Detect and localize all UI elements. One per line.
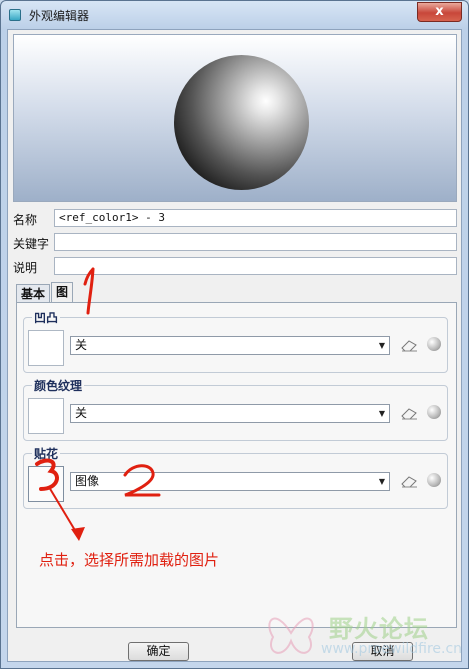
annotation-stroke-3 xyxy=(35,458,59,491)
watermark-title: 野火论坛 xyxy=(329,615,429,643)
annotation-instruction: 点击，选择所需加载的图片 xyxy=(39,551,220,569)
forum-watermark: 野火论坛 www.proewildfire.cn xyxy=(259,601,469,667)
watermark-url: www.proewildfire.cn xyxy=(321,641,463,657)
annotation-stroke-2 xyxy=(123,464,161,497)
annotation-arrowhead xyxy=(71,527,85,541)
annotation-stroke-1 xyxy=(83,267,95,315)
appearance-editor-window: 外观编辑器 x 名称 <ref_color1> - 3 关键字 说明 基本 图 … xyxy=(0,0,469,669)
butterfly-logo-icon xyxy=(268,617,314,654)
